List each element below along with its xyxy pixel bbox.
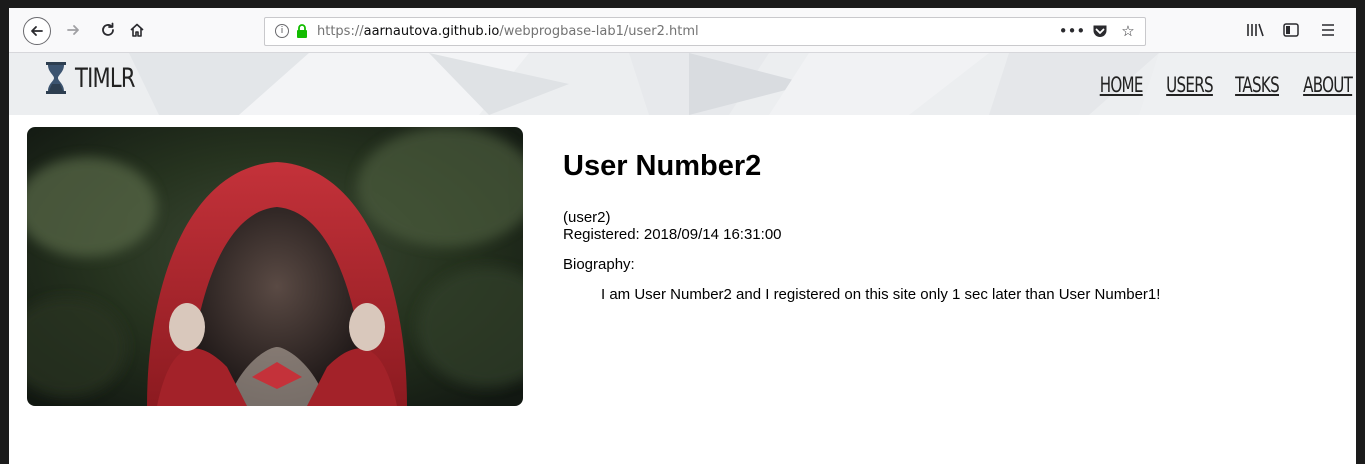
nav-about-link[interactable]: ABOUT	[1303, 73, 1353, 97]
browser-window: i https://aarnautova.github.io/webprogba…	[9, 8, 1356, 464]
nav-home-link[interactable]: HOME	[1100, 73, 1144, 97]
logo-text: TIMLR	[75, 62, 135, 94]
profile-name: User Number2	[563, 150, 762, 182]
site-logo[interactable]: TIMLR	[45, 62, 152, 94]
url-host: aarnautova.github.io	[363, 24, 500, 39]
hamburger-menu-icon[interactable]	[1312, 14, 1344, 46]
pocket-icon[interactable]	[1091, 20, 1109, 42]
sidebar-icon[interactable]	[1275, 14, 1307, 46]
browser-toolbar: i https://aarnautova.github.io/webprogba…	[9, 8, 1356, 53]
more-actions-icon[interactable]: •••	[1059, 20, 1086, 42]
reload-icon[interactable]	[92, 14, 124, 46]
biography-label: Biography:	[563, 256, 635, 273]
url-bar[interactable]: i https://aarnautova.github.io/webprogba…	[264, 17, 1146, 46]
site-header: TIMLR HOME USERS TASKS ABOUT	[9, 53, 1356, 115]
hourglass-icon	[46, 62, 66, 94]
star-icon[interactable]: ☆	[1119, 20, 1137, 42]
url-path: /webprogbase-lab1/user2.html	[499, 24, 699, 39]
profile-registered-date: Registered: 2018/09/14 16:31:00	[563, 226, 782, 243]
url-prefix: https://	[317, 24, 364, 39]
site-nav: HOME USERS TASKS ABOUT	[1078, 73, 1353, 97]
profile-photo	[27, 127, 523, 406]
info-icon[interactable]: i	[275, 24, 289, 38]
nav-users-link[interactable]: USERS	[1166, 73, 1213, 97]
biography-text: I am User Number2 and I registered on th…	[601, 286, 1161, 303]
library-icon[interactable]	[1239, 14, 1271, 46]
url-text[interactable]: https://aarnautova.github.io/webprogbase…	[317, 24, 699, 39]
url-bar-actions: ••• ☆	[1059, 20, 1137, 42]
profile-details: User Number2 (user2) Registered: 2018/09…	[563, 150, 1343, 303]
back-arrow-icon[interactable]	[23, 17, 51, 45]
home-icon[interactable]	[121, 14, 153, 46]
forward-arrow-icon[interactable]	[57, 14, 89, 46]
lock-icon[interactable]	[296, 23, 308, 39]
nav-tasks-link[interactable]: TASKS	[1235, 73, 1280, 97]
profile-username: (user2)	[563, 209, 611, 226]
